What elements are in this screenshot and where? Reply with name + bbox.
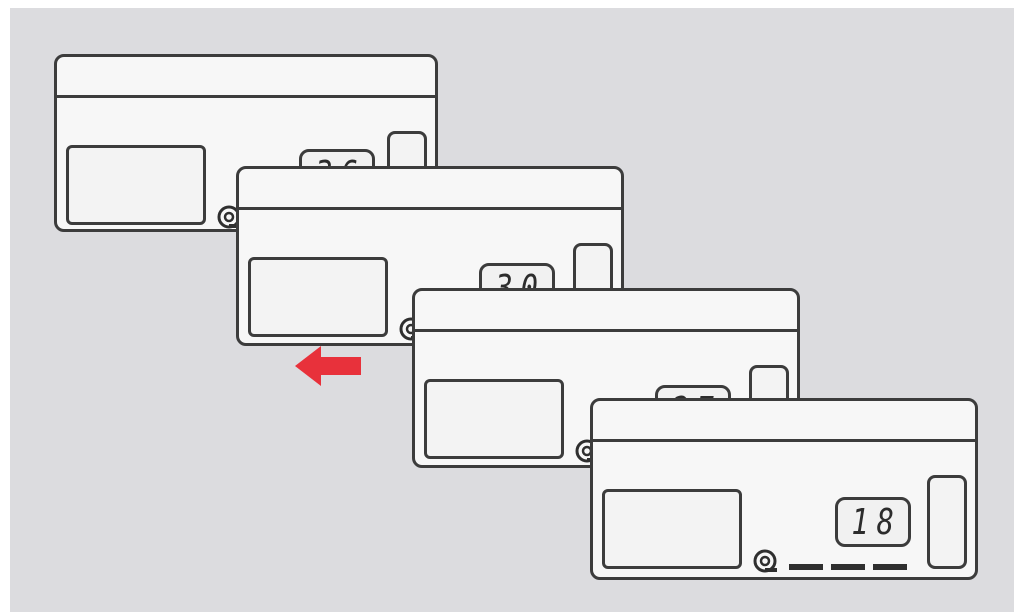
panel-header-divider bbox=[593, 439, 975, 442]
panel-header-divider bbox=[239, 207, 621, 210]
rewind-arrow-icon bbox=[295, 346, 361, 386]
film-roll-icon bbox=[753, 549, 777, 573]
camera-display-panel-4: 18 bbox=[590, 398, 978, 580]
viewfinder-window bbox=[66, 145, 206, 225]
film-remaining-bar bbox=[873, 564, 907, 570]
diagram-stage: 36 30 bbox=[10, 8, 1014, 612]
side-indicator-box bbox=[927, 475, 967, 569]
viewfinder-window bbox=[248, 257, 388, 386]
film-remaining-bar bbox=[789, 564, 823, 570]
frame-counter: 18 bbox=[835, 497, 911, 547]
panel-header-divider bbox=[415, 329, 797, 332]
panel-header-divider bbox=[57, 95, 435, 98]
viewfinder-window bbox=[424, 379, 564, 459]
frame-counter-value: 18 bbox=[851, 501, 903, 543]
viewfinder-window bbox=[602, 489, 742, 569]
film-remaining-bar bbox=[831, 564, 865, 570]
